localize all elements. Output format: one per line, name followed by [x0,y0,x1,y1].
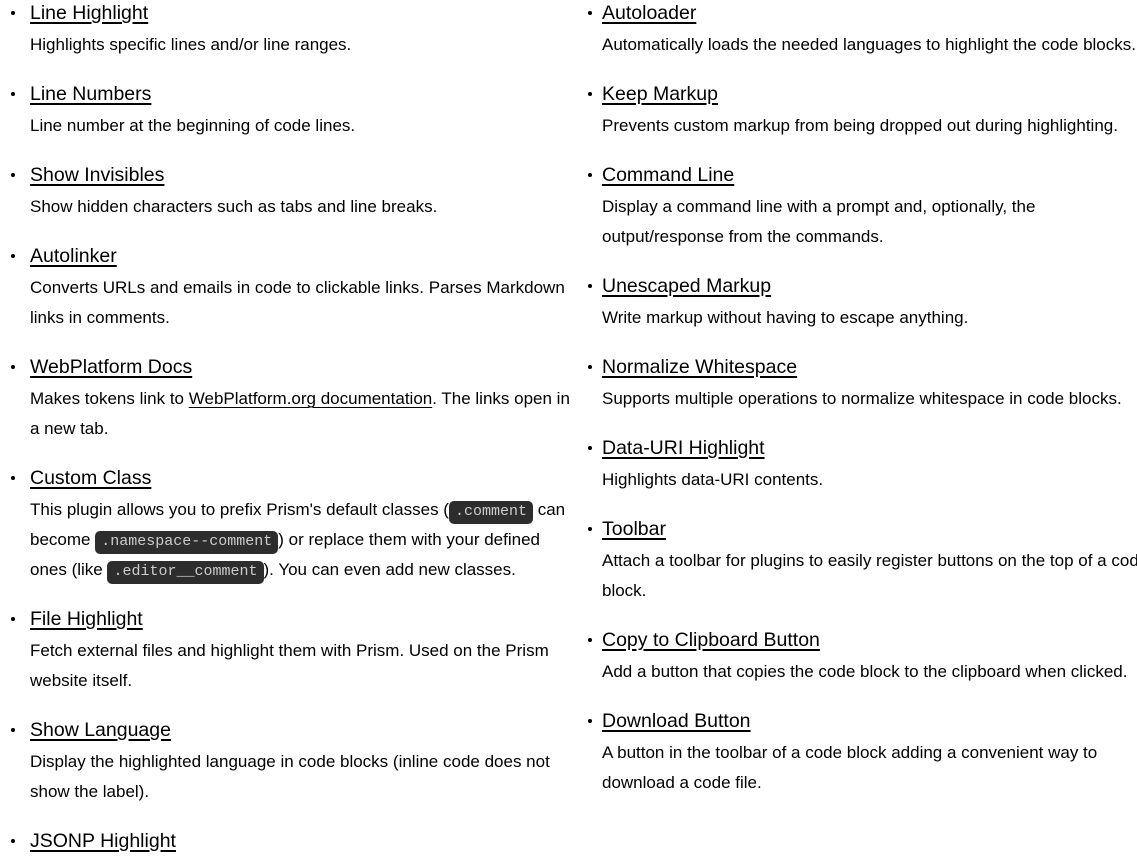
code-chip-comment: .comment [448,501,533,524]
plugin-link-toolbar[interactable]: Toolbar [602,516,666,542]
plugin-link-keep-markup[interactable]: Keep Markup [602,81,718,107]
plugin-link-command-line[interactable]: Command Line [602,162,734,188]
plugin-description: Automatically loads the needed languages… [602,35,1136,54]
list-item: Data-URI Highlight Highlights data-URI c… [580,435,1137,495]
list-item: Show Invisibles Show hidden characters s… [0,162,580,222]
right-column: Autoloader Automatically loads the neede… [580,0,1137,819]
plugin-list-left: Line Highlight Highlights specific lines… [0,0,580,865]
plugin-description: Display the highlighted language in code… [30,752,555,801]
plugin-link-jsonp-highlight[interactable]: JSONP Highlight [30,828,176,854]
desc-text-part1: This plugin allows you to prefix Prism's… [30,500,449,519]
code-chip-editor-comment: .editor__comment [107,561,264,584]
plugin-link-normalize-whitespace[interactable]: Normalize Whitespace [602,354,797,380]
list-item: Download Button A button in the toolbar … [580,708,1137,798]
list-item: Autolinker Converts URLs and emails in c… [0,243,580,333]
plugin-description: This plugin allows you to prefix Prism's… [30,495,580,585]
plugin-link-autolinker[interactable]: Autolinker [30,243,117,269]
code-chip-namespace-comment: .namespace--comment [95,531,279,554]
plugin-description: A button in the toolbar of a code block … [602,743,1102,792]
desc-text-part4: ). You can even add new classes. [263,560,516,579]
plugin-description: Makes tokens link to WebPlatform.org doc… [30,384,580,444]
left-column: Line Highlight Highlights specific lines… [0,0,580,865]
plugin-list-right: Autoloader Automatically loads the neede… [580,0,1137,798]
plugin-description: Attach a toolbar for plugins to easily r… [602,551,1137,600]
plugin-link-show-language[interactable]: Show Language [30,717,171,743]
plugin-link-webplatform-docs[interactable]: WebPlatform Docs [30,354,192,380]
list-item: Custom Class This plugin allows you to p… [0,465,580,585]
list-item: Line Numbers Line number at the beginnin… [0,81,580,141]
plugin-description: Display a command line with a prompt and… [602,197,1041,246]
desc-text-before: Makes tokens link to [30,389,189,408]
plugins-page: Line Highlight Highlights specific lines… [0,0,1137,865]
plugin-link-custom-class[interactable]: Custom Class [30,465,151,491]
list-item: Copy to Clipboard Button Add a button th… [580,627,1137,687]
plugin-link-file-highlight[interactable]: File Highlight [30,606,143,632]
plugin-description: Write markup without having to escape an… [602,308,969,327]
list-item: Toolbar Attach a toolbar for plugins to … [580,516,1137,606]
list-item: Normalize Whitespace Supports multiple o… [580,354,1137,414]
list-item: Command Line Display a command line with… [580,162,1137,252]
plugin-description: Fetch content with JSONP and highlight s… [30,858,580,865]
list-item: Show Language Display the highlighted la… [0,717,580,807]
plugin-link-copy-to-clipboard-button[interactable]: Copy to Clipboard Button [602,627,820,653]
list-item: Keep Markup Prevents custom markup from … [580,81,1137,141]
plugin-link-show-invisibles[interactable]: Show Invisibles [30,162,164,188]
list-item: Autoloader Automatically loads the neede… [580,0,1137,60]
plugin-description: Show hidden characters such as tabs and … [30,197,438,216]
list-item: Line Highlight Highlights specific lines… [0,0,580,60]
list-item: JSONP Highlight Fetch content with JSONP… [0,828,580,865]
list-item: WebPlatform Docs Makes tokens link to We… [0,354,580,444]
plugin-description: Highlights specific lines and/or line ra… [30,35,352,54]
plugin-description: Highlights data-URI contents. [602,470,824,489]
webplatform-docs-inline-link[interactable]: WebPlatform.org documentation [189,389,432,408]
plugin-columns: Line Highlight Highlights specific lines… [0,0,1137,865]
plugin-description: Add a button that copies the code block … [602,662,1128,681]
plugin-link-autoloader[interactable]: Autoloader [602,0,696,26]
plugin-link-line-highlight[interactable]: Line Highlight [30,0,148,26]
plugin-link-line-numbers[interactable]: Line Numbers [30,81,151,107]
list-item: Unescaped Markup Write markup without ha… [580,273,1137,333]
plugin-description: Converts URLs and emails in code to clic… [30,278,570,327]
list-item: File Highlight Fetch external files and … [0,606,580,696]
plugin-link-data-uri-highlight[interactable]: Data-URI Highlight [602,435,765,461]
plugin-description: Supports multiple operations to normaliz… [602,389,1122,408]
plugin-description: Prevents custom markup from being droppe… [602,116,1118,135]
plugin-link-unescaped-markup[interactable]: Unescaped Markup [602,273,771,299]
plugin-description: Line number at the beginning of code lin… [30,116,356,135]
plugin-description: Fetch external files and highlight them … [30,641,554,690]
plugin-link-download-button[interactable]: Download Button [602,708,751,734]
